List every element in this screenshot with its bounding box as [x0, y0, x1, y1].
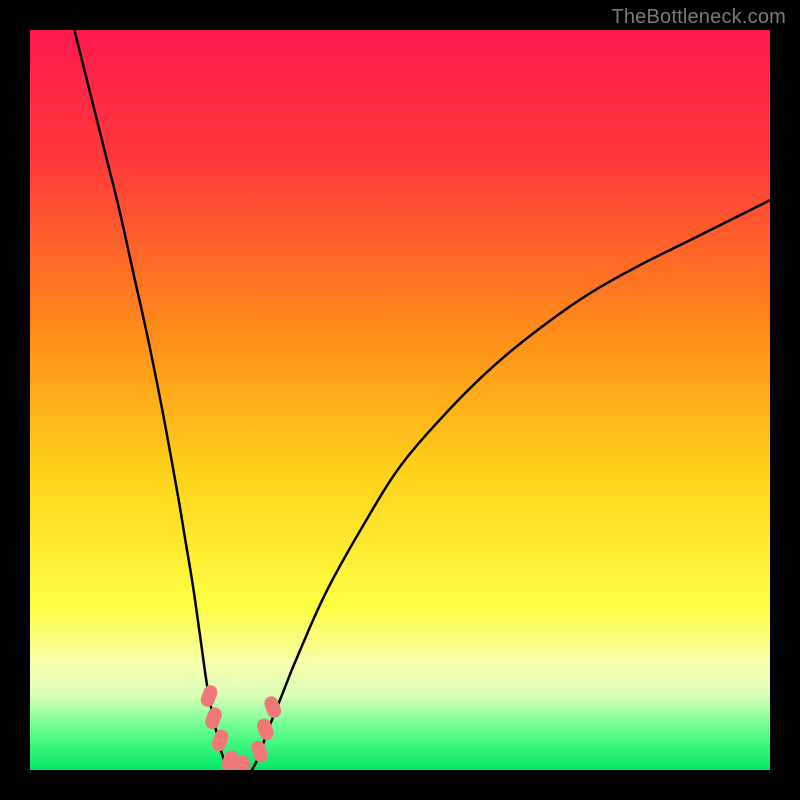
gradient-background: [30, 30, 770, 770]
plot-area: [30, 30, 770, 770]
watermark-text: TheBottleneck.com: [611, 6, 786, 29]
